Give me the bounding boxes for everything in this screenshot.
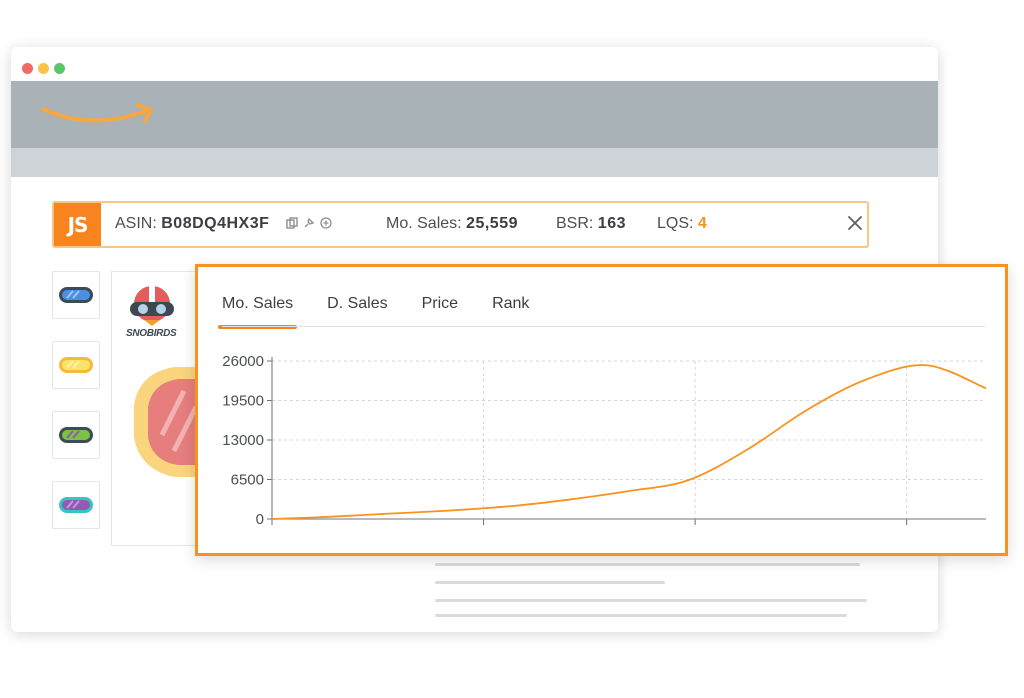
asin-actions [286,217,332,229]
text-line [435,614,847,617]
goggles-yellow-icon [59,357,93,373]
asin-value: B08DQ4HX3F [161,215,270,232]
monthly-sales-info: Mo. Sales: 25,559 [386,215,518,233]
bsr-info: BSR: 163 [556,215,626,233]
series-line-mo-sales [271,364,987,520]
y-tick-label: 26000 [222,353,264,370]
text-line [435,599,867,602]
amazon-smile-icon[interactable] [41,101,161,131]
goggles-purple-icon [59,497,93,513]
close-icon[interactable] [846,214,864,232]
product-main-image [134,367,196,477]
site-subheader [11,148,938,177]
maximize-window-button[interactable] [54,63,65,74]
product-thumbnail-purple[interactable] [52,481,100,529]
text-line [435,563,860,566]
jungle-scout-logo[interactable]: JS [54,203,101,246]
copy-icon[interactable] [286,217,298,229]
y-tick-label: 0 [256,511,264,528]
asin-label: ASIN: [115,215,157,232]
asin-info: ASIN: B08DQ4HX3F [115,215,269,233]
product-thumbnail-blue[interactable] [52,271,100,319]
sales-value: 25,559 [466,215,518,232]
jungle-scout-bar: JS ASIN: B08DQ4HX3F Mo. Sales: 25,559 BS… [52,201,869,248]
monthly-sales-chart: 26000 19500 13000 6500 0 [222,353,987,528]
sales-label: Mo. Sales: [386,215,462,232]
product-thumbnail-yellow[interactable] [52,341,100,389]
product-thumbnail-green[interactable] [52,411,100,459]
lqs-label: LQS: [657,215,694,232]
lqs-value: 4 [697,215,708,232]
brand-name: SNOBIRDS [126,328,177,339]
add-circle-icon[interactable] [320,217,332,229]
sales-chart-card: Mo. Sales D. Sales Price Rank 26000 19500… [195,264,1008,556]
title-bar [11,47,938,81]
goggles-blue-icon [59,287,93,303]
lqs-info: LQS: 4 [657,215,707,233]
pin-icon[interactable] [303,217,315,229]
goggles-green-icon [59,427,93,443]
minimize-window-button[interactable] [38,63,49,74]
y-tick-label: 19500 [222,393,264,410]
y-tick-label: 13000 [222,432,264,449]
close-window-button[interactable] [22,63,33,74]
text-line [435,581,665,584]
y-tick-label: 6500 [231,472,264,489]
snobirds-logo-icon [130,286,174,326]
bsr-value: 163 [597,215,626,232]
bsr-label: BSR: [556,215,594,232]
